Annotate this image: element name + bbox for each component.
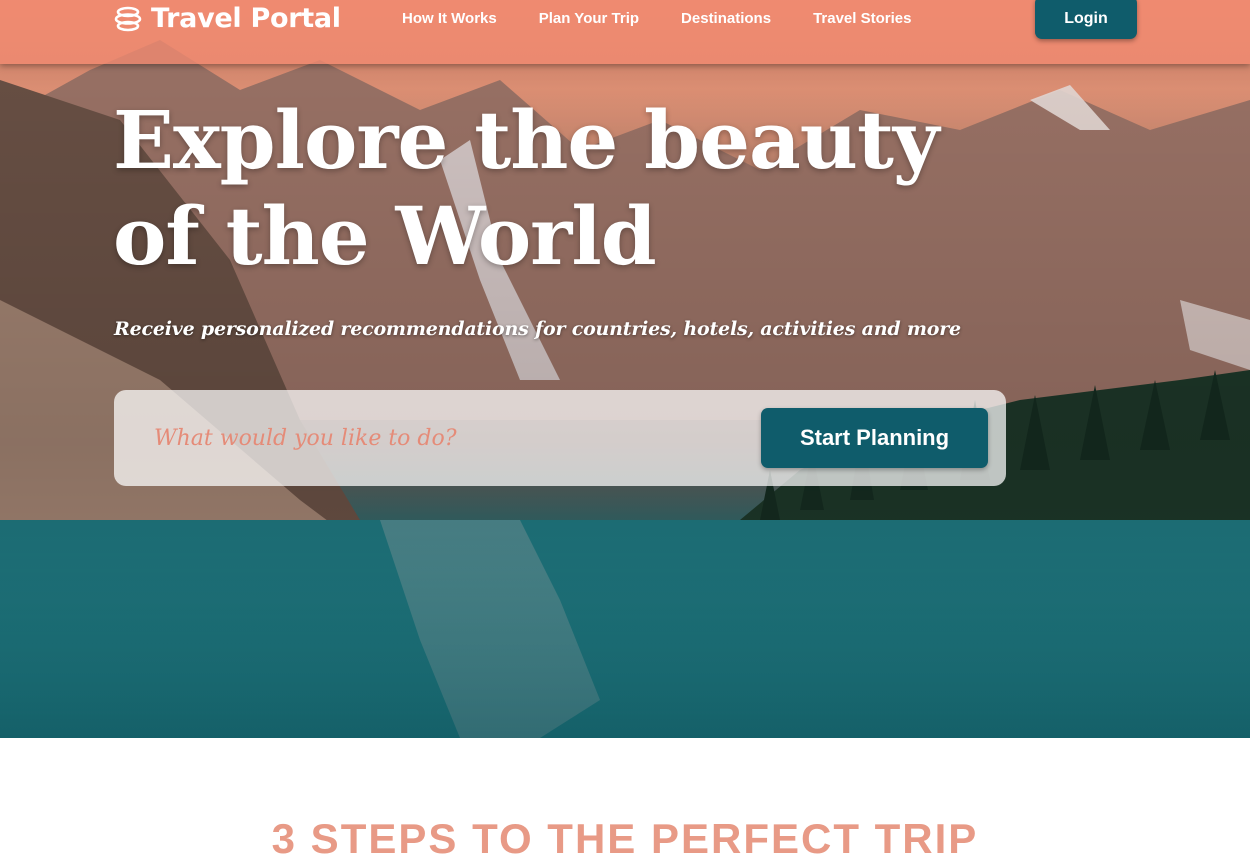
search-panel: Start Planning xyxy=(114,390,1006,486)
nav-link-travel-stories[interactable]: Travel Stories xyxy=(813,0,911,38)
top-navbar: Travel Portal How It Works Plan Your Tri… xyxy=(0,0,1250,64)
nav-link-plan-your-trip[interactable]: Plan Your Trip xyxy=(539,0,639,38)
nav-link-how-it-works[interactable]: How It Works xyxy=(402,0,497,38)
brand[interactable]: Travel Portal xyxy=(113,0,341,38)
start-planning-button[interactable]: Start Planning xyxy=(761,408,988,468)
search-input[interactable] xyxy=(152,414,746,462)
hero-subtitle: Receive personalized recommendations for… xyxy=(114,318,961,340)
hero-headline: Explore the beauty of the World xyxy=(113,93,939,283)
section-title: 3 STEPS TO THE PERFECT TRIP xyxy=(271,815,979,862)
globe-stack-icon xyxy=(114,6,142,32)
login-button[interactable]: Login xyxy=(1035,0,1137,39)
nav-links: How It Works Plan Your Trip Destinations… xyxy=(402,0,911,38)
nav-link-destinations[interactable]: Destinations xyxy=(681,0,771,38)
brand-name: Travel Portal xyxy=(151,3,341,34)
